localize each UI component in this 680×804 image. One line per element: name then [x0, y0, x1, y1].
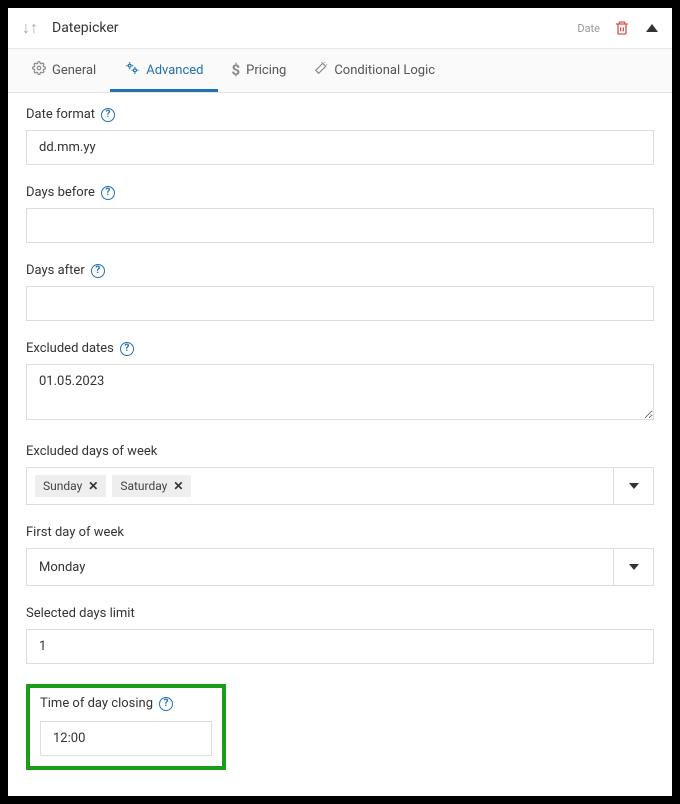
- field-days-before: Days before ?: [26, 185, 654, 243]
- tab-advanced[interactable]: Advanced: [110, 49, 217, 92]
- trash-icon: [614, 20, 630, 36]
- field-type-label: Date: [577, 22, 600, 35]
- help-icon[interactable]: ?: [101, 108, 115, 122]
- label-time-closing: Time of day closing: [40, 696, 153, 711]
- remove-tag-icon[interactable]: ✕: [173, 479, 183, 493]
- label-excluded-days: Excluded days of week: [26, 444, 157, 459]
- dollar-icon: $: [232, 61, 241, 79]
- label-excluded-dates: Excluded dates: [26, 341, 114, 356]
- tabs-bar: General Advanced $ Pricing Conditional L…: [8, 49, 672, 93]
- collapse-toggle[interactable]: [646, 24, 658, 32]
- field-excluded-days-of-week: Excluded days of week Sunday ✕ Saturday …: [26, 444, 654, 505]
- panel-header: ↓↑ Datepicker Date: [8, 8, 672, 49]
- panel-title: Datepicker: [52, 20, 577, 36]
- magic-wand-icon: [314, 61, 328, 79]
- gears-icon: [124, 61, 140, 79]
- date-format-input[interactable]: [26, 130, 654, 165]
- tab-content-advanced: Date format ? Days before ? Days after ?…: [8, 93, 672, 784]
- delete-button[interactable]: [614, 20, 630, 36]
- remove-tag-icon[interactable]: ✕: [88, 479, 98, 493]
- tab-label: Advanced: [146, 63, 203, 78]
- tab-label: General: [52, 63, 96, 78]
- highlight-annotation: Time of day closing ?: [26, 684, 226, 770]
- datepicker-settings-panel: ↓↑ Datepicker Date General Advanced $ Pr…: [8, 8, 672, 796]
- field-days-after: Days after ?: [26, 263, 654, 321]
- selected-limit-input[interactable]: [26, 629, 654, 664]
- gear-icon: [32, 61, 46, 79]
- field-excluded-dates: Excluded dates ?: [26, 341, 654, 424]
- label-first-day: First day of week: [26, 525, 124, 540]
- help-icon[interactable]: ?: [120, 342, 134, 356]
- help-icon[interactable]: ?: [159, 697, 173, 711]
- label-selected-limit: Selected days limit: [26, 606, 135, 621]
- excluded-dates-input[interactable]: [26, 364, 654, 420]
- tab-pricing[interactable]: $ Pricing: [218, 49, 301, 92]
- label-days-after: Days after: [26, 263, 85, 278]
- first-day-select[interactable]: Monday: [26, 548, 654, 586]
- tag-sunday: Sunday ✕: [35, 475, 106, 497]
- tab-label: Conditional Logic: [334, 63, 435, 78]
- tab-conditional-logic[interactable]: Conditional Logic: [300, 49, 449, 92]
- excluded-days-multiselect[interactable]: Sunday ✕ Saturday ✕: [26, 467, 654, 505]
- select-value: Monday: [39, 560, 85, 575]
- field-date-format: Date format ?: [26, 107, 654, 165]
- label-date-format: Date format: [26, 107, 95, 122]
- tag-saturday: Saturday ✕: [112, 475, 191, 497]
- tag-label: Saturday: [120, 479, 167, 493]
- dropdown-toggle[interactable]: [613, 549, 653, 585]
- dropdown-toggle[interactable]: [613, 468, 653, 504]
- label-days-before: Days before: [26, 185, 95, 200]
- tag-label: Sunday: [43, 479, 82, 493]
- days-after-input[interactable]: [26, 286, 654, 321]
- help-icon[interactable]: ?: [101, 186, 115, 200]
- help-icon[interactable]: ?: [91, 264, 105, 278]
- tab-label: Pricing: [246, 63, 286, 78]
- field-first-day-of-week: First day of week Monday: [26, 525, 654, 586]
- tab-general[interactable]: General: [18, 49, 110, 92]
- days-before-input[interactable]: [26, 208, 654, 243]
- field-selected-days-limit: Selected days limit: [26, 606, 654, 664]
- time-closing-input[interactable]: [40, 721, 212, 756]
- drag-handle-icon[interactable]: ↓↑: [22, 18, 38, 38]
